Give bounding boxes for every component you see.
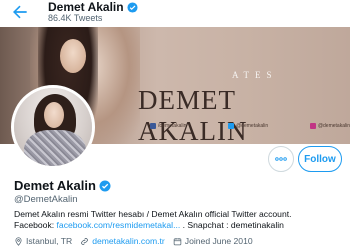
profile-location: Istanbul, TR	[14, 236, 72, 246]
bio-line-2: Facebook: facebook.com/resmidemetakal...…	[14, 220, 344, 231]
profile-name: Demet Akalin	[14, 178, 111, 193]
header-name-text: Demet Akalin	[48, 0, 124, 14]
profile-bio: Demet Akalın resmi Twitter hesabı / Deme…	[14, 209, 344, 231]
profile-header-bar: Demet Akalin 86.4K Tweets	[0, 0, 350, 25]
banner-social-handle: /demetakalin	[158, 123, 187, 129]
bio-facebook-link[interactable]: facebook.com/resmidemetakal...	[57, 220, 181, 230]
back-arrow-icon[interactable]	[10, 2, 30, 22]
bio-facebook-prefix: Facebook:	[14, 220, 55, 230]
banner-social-handle: @demetakalin	[236, 123, 269, 129]
facebook-icon	[150, 123, 156, 129]
bio-line-1: Demet Akalın resmi Twitter hesabı / Deme…	[14, 209, 292, 219]
profile-website: demetakalin.com.tr	[80, 236, 165, 246]
verified-badge-icon	[127, 1, 138, 13]
joined-text: Joined June 2010	[184, 236, 253, 246]
avatar-face	[44, 102, 64, 128]
banner-social-instagram: @demetakalin	[309, 123, 350, 129]
banner-subtitle: ATES	[232, 70, 278, 80]
banner-social-handle: @demetakalin	[317, 123, 350, 129]
calendar-icon	[173, 237, 182, 245]
header-name: Demet Akalin	[48, 0, 138, 14]
more-dots-icon	[275, 157, 287, 161]
profile-handle: @DemetAkalin	[14, 194, 78, 205]
verified-badge-icon	[99, 180, 111, 192]
link-icon	[81, 237, 88, 245]
banner-social-twitter: @demetakalin	[228, 123, 268, 129]
banner-social-facebook: /demetakalin	[150, 123, 186, 129]
instagram-icon	[309, 123, 316, 129]
bio-snapchat-text: . Snapchat : demetinakalin	[182, 220, 284, 230]
location-text: Istanbul, TR	[26, 236, 73, 246]
profile-joined: Joined June 2010	[173, 236, 253, 246]
banner-title: DEMET AKALIN	[138, 85, 248, 144]
banner-social-list: /demetakalin @demetakalin @demetakalin	[150, 123, 350, 129]
twitter-icon	[228, 123, 235, 129]
profile-meta: Istanbul, TR demetakalin.com.tr Joined J…	[14, 236, 261, 246]
tweet-count: 86.4K Tweets	[48, 13, 103, 23]
avatar-dress	[24, 130, 86, 166]
banner-photo-face	[60, 39, 86, 73]
follow-button[interactable]: Follow	[298, 146, 342, 172]
profile-name-text: Demet Akalin	[14, 178, 96, 193]
location-pin-icon	[15, 236, 22, 246]
more-options-button[interactable]	[268, 146, 294, 172]
website-link[interactable]: demetakalin.com.tr	[92, 236, 165, 246]
profile-avatar[interactable]	[11, 85, 95, 169]
